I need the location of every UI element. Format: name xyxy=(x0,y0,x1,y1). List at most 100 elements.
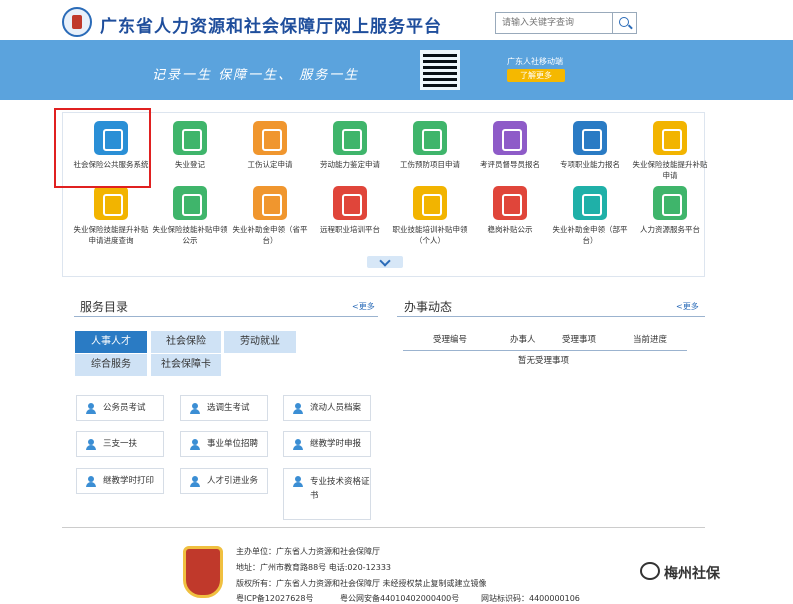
service-tile[interactable]: 失业补助金申领（部平台） xyxy=(550,186,630,246)
footer-divider xyxy=(62,527,705,528)
service-tile[interactable]: 远程职业培训平台 xyxy=(310,186,390,235)
service-tile-icon xyxy=(173,121,207,155)
tab-employment[interactable]: 劳动就业 xyxy=(224,331,296,353)
search-box xyxy=(495,12,637,34)
service-tile-icon xyxy=(253,186,287,220)
person-icon xyxy=(86,403,96,414)
service-tile[interactable]: 工伤认定申请 xyxy=(230,121,310,170)
service-tile-icon xyxy=(493,186,527,220)
footer-icp: 粤ICP备12027628号 xyxy=(236,594,314,603)
service-tile-icon xyxy=(413,186,447,220)
service-tile-icon xyxy=(653,186,687,220)
footer-host: 主办单位：广东省人力资源和社会保障厅 xyxy=(236,547,380,556)
tab-social-insurance[interactable]: 社会保险 xyxy=(151,331,221,353)
service-tile-label: 失业补助金申领（部平台） xyxy=(552,225,628,245)
service-tile-label: 失业保险技能提升补贴申请 xyxy=(632,160,708,180)
service-tile[interactable]: 失业保险技能提升补贴申请进度查询 xyxy=(71,186,151,246)
col-person: 办事人 xyxy=(510,335,536,345)
service-tile[interactable]: 工伤预防项目申请 xyxy=(390,121,470,170)
service-tile[interactable]: 考评员督导员报名 xyxy=(470,121,550,170)
tab-talent[interactable]: 人事人才 xyxy=(75,331,147,353)
service-item[interactable]: 流动人员档案 xyxy=(283,395,371,421)
mobile-label: 广东人社移动端 xyxy=(507,57,563,66)
banner-slogan: 记录一生 保障一生、 服务一生 xyxy=(152,68,360,83)
service-tile-label: 工伤预防项目申请 xyxy=(400,160,460,169)
service-item[interactable]: 三支一扶 xyxy=(76,431,164,457)
qr-code-icon xyxy=(420,50,460,90)
service-item[interactable]: 公务员考试 xyxy=(76,395,164,421)
service-tile[interactable]: 失业登记 xyxy=(150,121,230,170)
learn-more-button[interactable]: 了解更多 xyxy=(507,69,565,82)
service-tile-icon xyxy=(333,186,367,220)
service-tile[interactable]: 稳岗补贴公示 xyxy=(470,186,550,235)
empty-message: 暂无受理事项 xyxy=(518,356,570,366)
service-tile[interactable]: 职业技能培训补贴申领（个人） xyxy=(390,186,470,246)
person-icon xyxy=(86,476,96,487)
service-tile[interactable]: 失业保险技能提升补贴申请 xyxy=(630,121,710,181)
search-input[interactable] xyxy=(496,13,612,33)
col-id: 受理编号 xyxy=(433,335,468,345)
news-divider xyxy=(397,316,705,317)
banner xyxy=(0,40,793,100)
col-item: 受理事项 xyxy=(562,335,597,345)
service-tile-icon xyxy=(493,121,527,155)
service-item[interactable]: 人才引进业务 xyxy=(180,468,268,494)
expand-chevron-icon[interactable] xyxy=(367,256,403,268)
footer-copyright: 版权所有：广东省人力资源和社会保障厅 未经授权禁止复制或建立镜像 xyxy=(236,579,487,588)
footer-police: 粤公网安备44010402000400号 xyxy=(340,594,460,603)
service-item[interactable]: 专业技术资格证书 xyxy=(283,468,371,520)
service-item[interactable]: 继教学时打印 xyxy=(76,468,164,494)
service-tile-label: 失业保险技能补贴申领公示 xyxy=(152,225,228,245)
service-tile-icon xyxy=(573,186,607,220)
service-tile-label: 失业登记 xyxy=(175,160,205,169)
search-icon[interactable] xyxy=(612,13,636,33)
tab-general[interactable]: 综合服务 xyxy=(75,354,147,376)
wechat-icon xyxy=(640,562,660,580)
site-title: 广东省人力资源和社会保障厅网上服务平台 xyxy=(100,17,442,37)
person-icon xyxy=(293,439,303,450)
highlight-box xyxy=(54,108,151,188)
tab-social-card[interactable]: 社会保障卡 xyxy=(151,354,221,376)
service-tile-icon xyxy=(413,121,447,155)
service-tile-label: 职业技能培训补贴申领（个人） xyxy=(392,225,468,245)
service-tile[interactable]: 劳动能力鉴定申请 xyxy=(310,121,390,170)
service-tile-icon xyxy=(173,186,207,220)
service-tile-label: 人力资源服务平台 xyxy=(640,225,700,234)
watermark: 梅州社保 xyxy=(664,566,720,582)
service-tile-label: 考评员督导员报名 xyxy=(480,160,540,169)
person-icon xyxy=(190,476,200,487)
footer-site-code: 网站标识码：4400000106 xyxy=(481,594,580,603)
service-tile-label: 远程职业培训平台 xyxy=(320,225,380,234)
service-tile[interactable]: 失业保险技能补贴申领公示 xyxy=(150,186,230,246)
service-tile-icon xyxy=(94,186,128,220)
service-item[interactable]: 继教学时申报 xyxy=(283,431,371,457)
person-icon xyxy=(86,439,96,450)
footer-address: 地址：广州市教育路88号 电话:020-12333 xyxy=(236,563,392,572)
service-tile-label: 稳岗补贴公示 xyxy=(487,225,533,234)
service-tile-label: 专项职业能力报名 xyxy=(560,160,620,169)
service-tile-label: 劳动能力鉴定申请 xyxy=(320,160,380,169)
person-icon xyxy=(190,439,200,450)
service-tile[interactable]: 专项职业能力报名 xyxy=(550,121,630,170)
news-title: 办事动态 xyxy=(404,300,453,314)
person-icon xyxy=(190,403,200,414)
table-divider xyxy=(403,350,687,351)
catalog-divider xyxy=(74,316,378,317)
catalog-title: 服务目录 xyxy=(80,300,129,314)
service-tile-icon xyxy=(333,121,367,155)
emblem-logo-icon xyxy=(62,7,92,37)
seal-logo-icon xyxy=(183,546,223,598)
news-more-link[interactable]: <更多 xyxy=(676,301,699,312)
service-tile[interactable]: 失业补助金申领（省平台） xyxy=(230,186,310,246)
service-tile-icon xyxy=(253,121,287,155)
service-tile[interactable]: 人力资源服务平台 xyxy=(630,186,710,235)
service-tile-label: 失业保险技能提升补贴申请进度查询 xyxy=(73,225,149,245)
person-icon xyxy=(293,476,303,487)
catalog-more-link[interactable]: <更多 xyxy=(352,301,375,312)
service-item[interactable]: 选调生考试 xyxy=(180,395,268,421)
service-tile-label: 工伤认定申请 xyxy=(247,160,293,169)
service-tile-label: 失业补助金申领（省平台） xyxy=(232,225,308,245)
service-tile-icon xyxy=(573,121,607,155)
col-progress: 当前进度 xyxy=(633,335,668,345)
service-item[interactable]: 事业单位招聘 xyxy=(180,431,268,457)
